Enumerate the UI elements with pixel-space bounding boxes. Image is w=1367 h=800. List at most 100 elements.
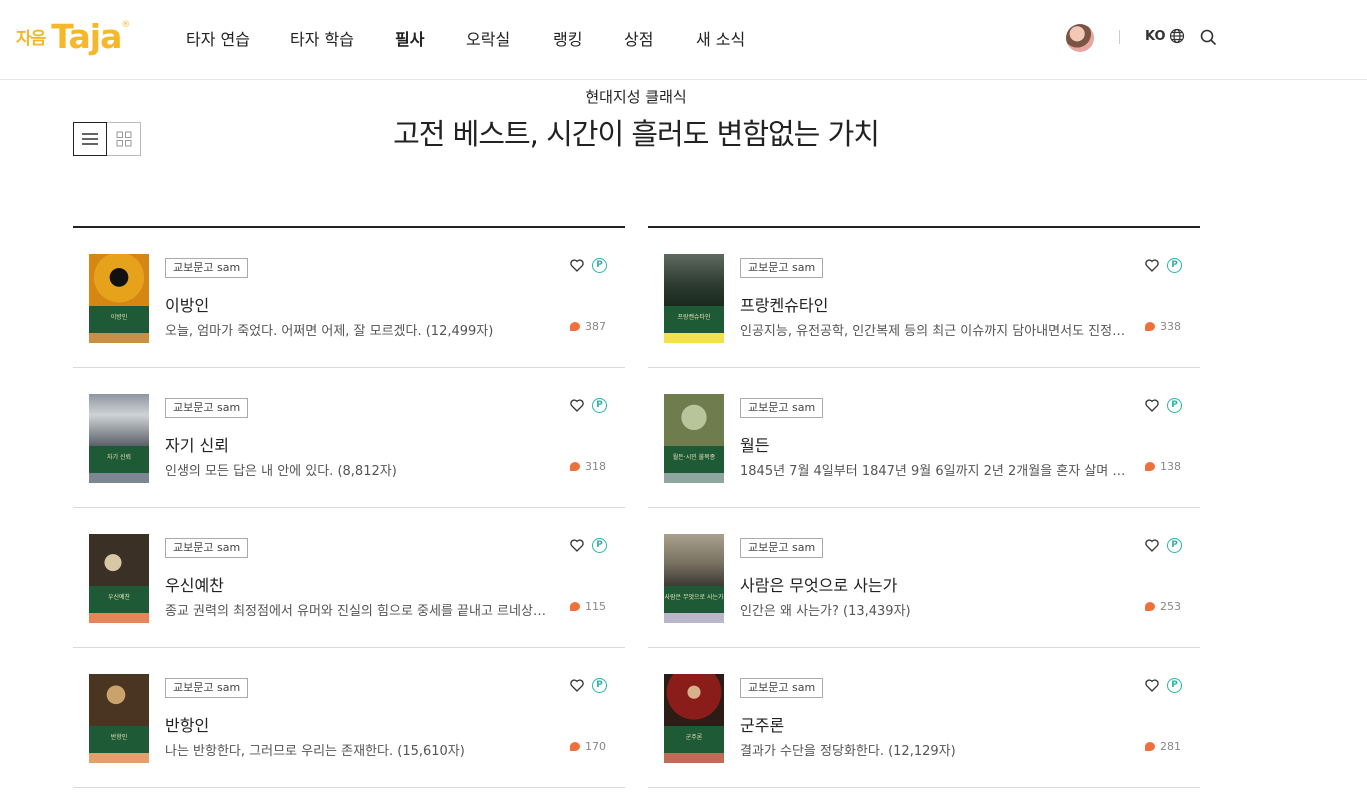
- nav-item-transcription[interactable]: 필사: [387, 26, 433, 52]
- list-item[interactable]: 이방인 교보문고 sam 이방인 오늘, 엄마가 죽었다. 어쩌면 어제, 잘 …: [73, 228, 625, 368]
- taja-logo[interactable]: 자음 Taja ®: [16, 14, 130, 58]
- book-description: 종교 권력의 최정점에서 유머와 진실의 힘으로 중세를 끝내고 르네상스의 문…: [165, 604, 557, 619]
- logo-korean-text: 자음: [16, 28, 46, 49]
- point-icon[interactable]: P: [592, 538, 607, 553]
- cover-title: 우신예찬: [107, 594, 131, 601]
- logo-registered-mark: ®: [121, 20, 131, 30]
- book-cover[interactable]: 사람은 무엇으로 사는가: [664, 534, 724, 623]
- heart-icon[interactable]: [570, 259, 584, 272]
- book-description: 인간은 왜 사는가? (13,439자): [740, 604, 911, 619]
- book-cover[interactable]: 프랑켄슈타인: [664, 254, 724, 343]
- point-icon[interactable]: P: [1167, 678, 1182, 693]
- point-icon[interactable]: P: [592, 398, 607, 413]
- nav-item-shop[interactable]: 상점: [624, 26, 653, 50]
- comment-count-value: 170: [585, 740, 606, 753]
- book-title[interactable]: 반항인: [165, 712, 209, 736]
- nav-item-typing-practice[interactable]: 타자 연습: [186, 26, 250, 50]
- publisher-tag: 교보문고 sam: [165, 258, 249, 278]
- comment-count: 115: [570, 600, 606, 613]
- book-title[interactable]: 사람은 무엇으로 사는가: [740, 572, 897, 596]
- book-cover[interactable]: 이방인: [89, 254, 149, 343]
- comment-icon: [1145, 322, 1155, 331]
- book-description: 오늘, 엄마가 죽었다. 어쩌면 어제, 잘 모르겠다. (12,499자): [165, 324, 494, 339]
- nav-item-news[interactable]: 새 소식: [696, 26, 745, 50]
- book-description: 1845년 7월 4일부터 1847년 9월 6일까지 2년 2개월을 혼자 살…: [740, 464, 1132, 479]
- comment-icon: [570, 742, 580, 751]
- top-header: 자음 Taja ® 타자 연습 타자 학습 필사 오락실 랭킹 상점 새 소식 …: [0, 0, 1367, 80]
- list-item[interactable]: 월든·시민 불복종 교보문고 sam 월든 1845년 7월 4일부터 1847…: [648, 368, 1200, 508]
- publisher-tag: 교보문고 sam: [740, 258, 824, 278]
- book-cover[interactable]: 반항인: [89, 674, 149, 763]
- book-list-left: 이방인 교보문고 sam 이방인 오늘, 엄마가 죽었다. 어쩌면 어제, 잘 …: [73, 226, 625, 788]
- grid-view-icon: [116, 131, 131, 147]
- list-item[interactable]: 프랑켄슈타인 교보문고 sam 프랑켄슈타인 인공지능, 유전공학, 인간복제 …: [648, 228, 1200, 368]
- heart-icon[interactable]: [1145, 679, 1159, 692]
- cover-title: 사람은 무엇으로 사는가: [664, 594, 724, 601]
- cover-title: 군주론: [685, 734, 703, 741]
- book-cover[interactable]: 월든·시민 불복종: [664, 394, 724, 483]
- nav-label: 상점: [624, 30, 654, 49]
- heart-icon[interactable]: [1145, 399, 1159, 412]
- comment-count: 281: [1145, 740, 1181, 753]
- book-cover[interactable]: 우신예찬: [89, 534, 149, 623]
- comment-icon: [570, 462, 580, 471]
- list-item[interactable]: 우신예찬 교보문고 sam 우신예찬 종교 권력의 최정점에서 유머와 진실의 …: [73, 508, 625, 648]
- book-title[interactable]: 이방인: [165, 292, 209, 316]
- book-title[interactable]: 프랑켄슈타인: [740, 292, 828, 316]
- avatar[interactable]: [1066, 24, 1094, 52]
- list-item[interactable]: 반항인 교보문고 sam 반항인 나는 반항한다, 그러므로 우리는 존재한다.…: [73, 648, 625, 788]
- book-title[interactable]: 우신예찬: [165, 572, 224, 596]
- language-code: KO: [1145, 28, 1166, 44]
- comment-count-value: 338: [1160, 320, 1181, 333]
- comment-count: 338: [1145, 320, 1181, 333]
- list-item[interactable]: 자기 신뢰 교보문고 sam 자기 신뢰 인생의 모든 답은 내 안에 있다. …: [73, 368, 625, 508]
- globe-icon: [1169, 28, 1184, 44]
- cover-title: 프랑켄슈타인: [677, 314, 711, 321]
- point-icon[interactable]: P: [1167, 538, 1182, 553]
- publisher-tag: 교보문고 sam: [740, 398, 824, 418]
- list-item[interactable]: 사람은 무엇으로 사는가 교보문고 sam 사람은 무엇으로 사는가 인간은 왜…: [648, 508, 1200, 648]
- heart-icon[interactable]: [570, 679, 584, 692]
- book-cover[interactable]: 군주론: [664, 674, 724, 763]
- nav-item-typing-learning[interactable]: 타자 학습: [290, 26, 354, 50]
- page-subtitle: 현대지성 클래식: [585, 88, 687, 106]
- comment-icon: [570, 602, 580, 611]
- point-icon[interactable]: P: [1167, 258, 1182, 273]
- comment-icon: [1145, 462, 1155, 471]
- comment-count: 138: [1145, 460, 1181, 473]
- point-icon[interactable]: P: [1167, 398, 1182, 413]
- cover-title: 반항인: [110, 734, 128, 741]
- publisher-tag: 교보문고 sam: [740, 538, 824, 558]
- heart-icon[interactable]: [570, 539, 584, 552]
- search-icon[interactable]: [1200, 29, 1217, 46]
- book-title[interactable]: 월든: [740, 432, 769, 456]
- point-icon[interactable]: P: [592, 678, 607, 693]
- language-selector[interactable]: KO: [1145, 28, 1185, 44]
- book-title[interactable]: 자기 신뢰: [165, 432, 229, 456]
- book-cover[interactable]: 자기 신뢰: [89, 394, 149, 483]
- page-title: 고전 베스트, 시간이 흘러도 변함없는 가치: [393, 117, 880, 151]
- book-description: 인생의 모든 답은 내 안에 있다. (8,812자): [165, 464, 397, 479]
- heart-icon[interactable]: [570, 399, 584, 412]
- heart-icon[interactable]: [1145, 539, 1159, 552]
- comment-icon: [570, 322, 580, 331]
- nav-label: 필사: [395, 30, 425, 49]
- heart-icon[interactable]: [1145, 259, 1159, 272]
- comment-count: 253: [1145, 600, 1181, 613]
- book-list-right: 프랑켄슈타인 교보문고 sam 프랑켄슈타인 인공지능, 유전공학, 인간복제 …: [648, 226, 1200, 788]
- nav-label: 타자 연습: [186, 30, 250, 49]
- comment-count-value: 115: [585, 600, 606, 613]
- nav-item-ranking[interactable]: 랭킹: [553, 26, 582, 50]
- book-title[interactable]: 군주론: [740, 712, 784, 736]
- grid-view-button[interactable]: [107, 122, 141, 156]
- comment-icon: [1145, 602, 1155, 611]
- list-view-button[interactable]: [73, 122, 107, 156]
- list-item[interactable]: 군주론 교보문고 sam 군주론 결과가 수단을 정당화한다. (12,129자…: [648, 648, 1200, 788]
- comment-count: 170: [570, 740, 606, 753]
- comment-count: 387: [570, 320, 606, 333]
- comment-count-value: 253: [1160, 600, 1181, 613]
- point-icon[interactable]: P: [592, 258, 607, 273]
- nav-item-arcade[interactable]: 오락실: [466, 26, 510, 50]
- list-view-icon: [82, 133, 98, 145]
- comment-count-value: 281: [1160, 740, 1181, 753]
